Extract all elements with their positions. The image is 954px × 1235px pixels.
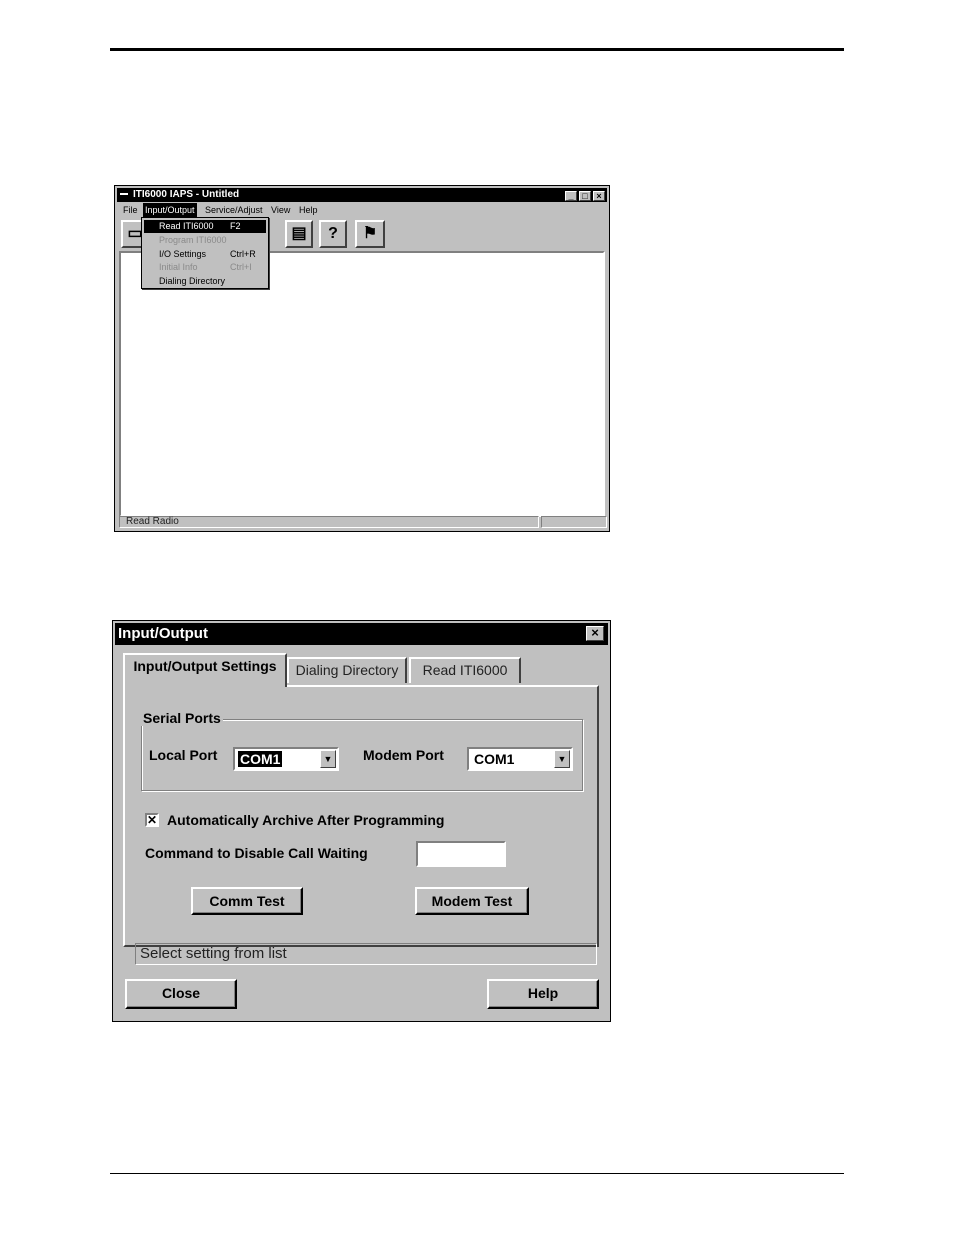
status-bar: Read Radio xyxy=(117,515,607,529)
local-port-label: Local Port xyxy=(149,747,218,763)
local-port-value: COM1 xyxy=(238,751,283,767)
menu-item-dialing-directory[interactable]: Dialing Directory xyxy=(144,275,266,288)
input-output-dialog: Input/Output × Input/Output Settings Dia… xyxy=(112,620,611,1022)
modem-test-button[interactable]: Modem Test xyxy=(415,887,529,915)
chevron-down-icon[interactable]: ▼ xyxy=(320,750,336,768)
menu-view[interactable]: View xyxy=(269,203,292,217)
menu-item-io-settings[interactable]: I/O Settings Ctrl+R xyxy=(144,248,266,261)
maximize-icon[interactable]: □ xyxy=(579,191,591,201)
menu-input-output[interactable]: Input/Output xyxy=(143,203,197,217)
main-window-title: ITI6000 IAPS - Untitled xyxy=(133,189,240,200)
dialog-titlebar[interactable]: Input/Output × xyxy=(115,623,608,645)
call-waiting-input[interactable] xyxy=(416,841,506,867)
modem-port-select[interactable]: COM1 ▼ xyxy=(467,747,573,771)
menu-item-program: Program ITI6000 xyxy=(159,235,227,245)
archive-checkbox[interactable]: ✕ xyxy=(145,813,159,827)
print-icon[interactable]: ▤ xyxy=(285,220,313,248)
document-area[interactable] xyxy=(119,251,605,517)
footer-rule xyxy=(110,1173,844,1174)
tab-dialing-directory[interactable]: Dialing Directory xyxy=(287,657,407,683)
menu-service-adjust[interactable]: Service/Adjust xyxy=(203,203,265,217)
close-icon[interactable]: × xyxy=(593,191,605,201)
help-button[interactable]: Help xyxy=(487,979,599,1009)
serial-ports-label: Serial Ports xyxy=(141,710,223,726)
local-port-select[interactable]: COM1 ▼ xyxy=(233,747,339,771)
modem-port-label: Modem Port xyxy=(363,747,444,763)
minimize-icon[interactable]: _ xyxy=(565,191,577,201)
help-icon[interactable]: ? xyxy=(319,220,347,248)
dialog-title: Input/Output xyxy=(118,625,208,642)
comm-test-button[interactable]: Comm Test xyxy=(191,887,303,915)
status-text: Read Radio xyxy=(119,516,539,528)
menu-bar: File Input/Output Service/Adjust View He… xyxy=(117,203,607,217)
modem-port-value: COM1 xyxy=(474,751,515,767)
status-panel xyxy=(541,516,607,528)
menu-item-initial-info: Initial Info Ctrl+I xyxy=(159,262,252,272)
input-output-menu: Read ITI6000 F2 Program ITI6000 I/O Sett… xyxy=(141,217,269,289)
dialog-status-bar: Select setting from list xyxy=(135,943,597,965)
archive-checkbox-label: Automatically Archive After Programming xyxy=(167,812,445,828)
tab-input-output-settings[interactable]: Input/Output Settings xyxy=(123,653,287,687)
close-button[interactable]: Close xyxy=(125,979,237,1009)
menu-item-read[interactable]: Read ITI6000 F2 xyxy=(144,220,266,233)
menu-help[interactable]: Help xyxy=(297,203,320,217)
main-window-titlebar[interactable]: ITI6000 IAPS - Untitled _ □ × xyxy=(117,188,607,202)
flag-icon[interactable]: ⚑ xyxy=(355,220,385,248)
header-rule xyxy=(110,48,844,51)
tab-read-iti6000[interactable]: Read ITI6000 xyxy=(409,657,521,683)
system-menu-icon[interactable] xyxy=(120,193,128,195)
menu-file[interactable]: File xyxy=(121,203,140,217)
close-icon[interactable]: × xyxy=(586,626,604,641)
call-waiting-label: Command to Disable Call Waiting xyxy=(145,845,368,861)
chevron-down-icon[interactable]: ▼ xyxy=(554,750,570,768)
